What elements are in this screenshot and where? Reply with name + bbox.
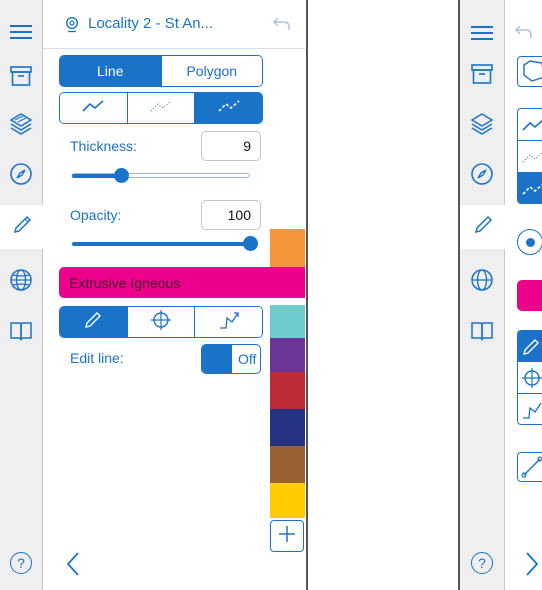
toggle-knob xyxy=(202,345,232,373)
pencil-tab-active[interactable] xyxy=(0,205,44,249)
dashed-line-icon xyxy=(218,99,240,117)
swatch-brown[interactable] xyxy=(270,446,305,483)
pencil-icon xyxy=(11,214,33,241)
undo-icon[interactable] xyxy=(273,17,291,36)
book-icon xyxy=(9,321,33,341)
archive-button[interactable] xyxy=(0,58,42,94)
selected-unit-bar[interactable]: Extrusive Igneous xyxy=(59,267,305,298)
add-swatch-button[interactable] xyxy=(270,520,304,552)
freehand-tool-option[interactable] xyxy=(60,307,127,337)
opacity-field[interactable]: 100 xyxy=(201,200,261,230)
location-pin-icon xyxy=(65,16,79,38)
left-device-frame: ? Locality 2 - St An... Line Polygon Thi… xyxy=(0,0,308,590)
solid-line-option[interactable] xyxy=(518,109,542,141)
tab-polygon[interactable]: Polygon xyxy=(160,56,262,86)
layers-icon[interactable] xyxy=(470,112,494,141)
right-device-frame: ? xyxy=(458,0,542,590)
dotted-line-icon xyxy=(150,99,172,117)
thickness-slider-thumb[interactable] xyxy=(114,168,129,183)
dotted-line-option[interactable] xyxy=(518,141,542,173)
thickness-field[interactable]: 9 xyxy=(201,131,261,161)
draw-tool-segmented-control xyxy=(59,306,263,338)
edit-line-toggle[interactable]: Off xyxy=(201,344,261,374)
crosshair-tool-option[interactable] xyxy=(518,362,542,394)
layers-button[interactable] xyxy=(0,106,42,142)
dashed-line-option[interactable] xyxy=(518,173,542,203)
help-icon: ? xyxy=(10,552,32,574)
globe-icon[interactable] xyxy=(470,268,494,297)
undo-icon[interactable] xyxy=(515,25,533,44)
dashed-line-option[interactable] xyxy=(194,93,262,123)
globe-button[interactable] xyxy=(0,262,42,298)
compass-icon[interactable] xyxy=(470,162,494,191)
line-style-segmented-control xyxy=(59,92,263,124)
radio-dot xyxy=(525,237,535,247)
crosshair-icon xyxy=(150,309,172,336)
opacity-fill xyxy=(72,242,252,246)
back-chevron-icon[interactable] xyxy=(66,552,80,581)
swatch-purple[interactable] xyxy=(270,338,305,372)
polyline-tool-option[interactable] xyxy=(194,307,262,337)
book-icon[interactable] xyxy=(470,321,494,346)
locality-header[interactable]: Locality 2 - St An... xyxy=(43,0,305,49)
forward-chevron-icon[interactable] xyxy=(525,552,539,581)
toggle-label: Off xyxy=(238,351,257,367)
measure-line-button[interactable] xyxy=(517,452,542,482)
selected-unit-bar-right[interactable] xyxy=(517,280,542,311)
compass-button[interactable] xyxy=(0,156,42,192)
swatch-teal[interactable] xyxy=(270,305,305,338)
opacity-label: Opacity: xyxy=(70,207,122,223)
edit-line-label: Edit line: xyxy=(70,350,124,366)
help-button[interactable]: ? xyxy=(0,545,42,581)
archive-icon[interactable] xyxy=(471,64,493,89)
freehand-tool-option[interactable] xyxy=(518,331,542,362)
locality-title: Locality 2 - St An... xyxy=(88,15,214,32)
menu-icon[interactable] xyxy=(471,25,493,46)
pencil-icon xyxy=(472,214,494,241)
swatch-orange[interactable] xyxy=(270,229,305,267)
pencil-tab-active[interactable] xyxy=(460,205,506,249)
polyline-tool-option[interactable] xyxy=(518,394,542,424)
compass-icon xyxy=(9,162,33,186)
globe-icon xyxy=(9,268,33,292)
opacity-slider-thumb[interactable] xyxy=(243,236,258,251)
pencil-tool-icon xyxy=(83,310,103,335)
thickness-label: Thickness: xyxy=(70,138,137,154)
swatch-red[interactable] xyxy=(270,372,305,409)
selected-unit-name: Extrusive Igneous xyxy=(69,274,181,291)
swatch-yellow[interactable] xyxy=(270,483,305,518)
draw-tool-stack xyxy=(517,330,542,425)
crosshair-tool-option[interactable] xyxy=(126,307,195,337)
line-style-stack xyxy=(517,108,542,204)
swatch-magenta[interactable] xyxy=(270,267,305,298)
polygon-shape-button[interactable] xyxy=(517,56,542,87)
swatch-navy[interactable] xyxy=(270,409,305,446)
book-button[interactable] xyxy=(0,313,42,349)
tab-line[interactable]: Line xyxy=(60,56,161,86)
archive-icon xyxy=(10,66,32,86)
help-icon[interactable]: ? xyxy=(471,552,493,574)
solid-line-icon xyxy=(82,99,104,117)
layers-icon xyxy=(9,112,33,136)
radio-option[interactable] xyxy=(517,229,542,255)
polyline-icon xyxy=(218,310,240,335)
solid-line-option[interactable] xyxy=(60,93,127,123)
dotted-line-option[interactable] xyxy=(126,93,195,123)
add-icon xyxy=(278,525,296,548)
menu-icon xyxy=(10,24,32,40)
mode-segmented-control: Line Polygon xyxy=(59,55,263,87)
menu-button[interactable] xyxy=(0,14,42,50)
